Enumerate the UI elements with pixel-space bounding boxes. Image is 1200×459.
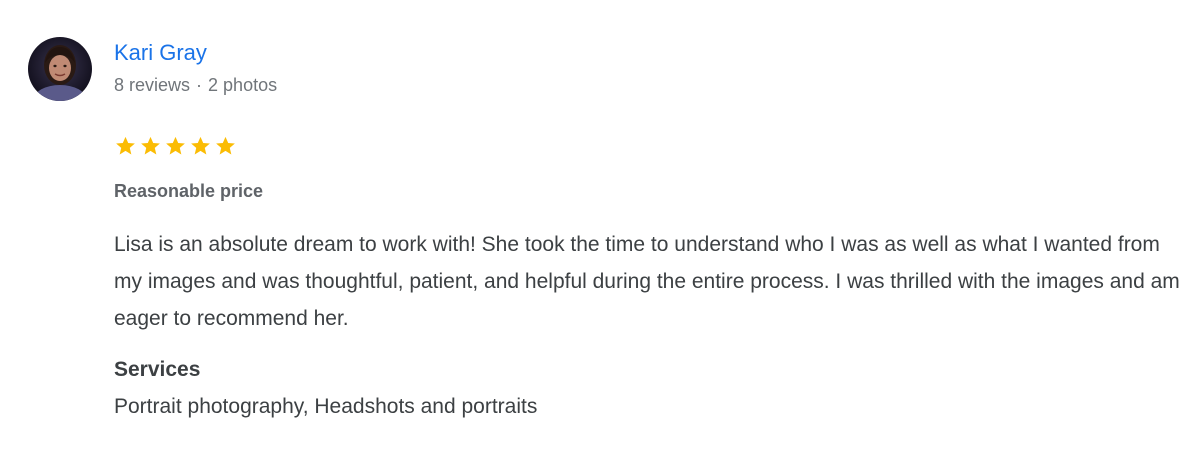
review-subtitle: Reasonable price bbox=[114, 181, 264, 201]
reviewer-avatar[interactable] bbox=[28, 37, 92, 101]
star-icon bbox=[163, 132, 188, 160]
review-text: Lisa is an absolute dream to work with! … bbox=[114, 233, 1180, 330]
reviewer-meta: 8 reviews · 2 photos bbox=[114, 72, 277, 98]
reviews-count: 8 reviews bbox=[114, 75, 191, 95]
avatar-photo-icon bbox=[28, 37, 92, 101]
services-value: Portrait photography, Headshots and port… bbox=[114, 395, 538, 418]
star-icon bbox=[188, 132, 213, 160]
star-icon bbox=[213, 132, 238, 160]
review-card: Kari Gray 8 reviews · 2 photos Reasonable … bbox=[0, 0, 1200, 459]
meta-separator: · bbox=[196, 75, 203, 95]
services-heading: Services bbox=[114, 358, 201, 381]
star-rating bbox=[113, 132, 238, 160]
photos-count: 2 photos bbox=[208, 75, 278, 95]
star-icon bbox=[113, 132, 138, 160]
reviewer-name-link[interactable]: Kari Gray bbox=[114, 38, 207, 68]
star-icon bbox=[138, 132, 163, 160]
